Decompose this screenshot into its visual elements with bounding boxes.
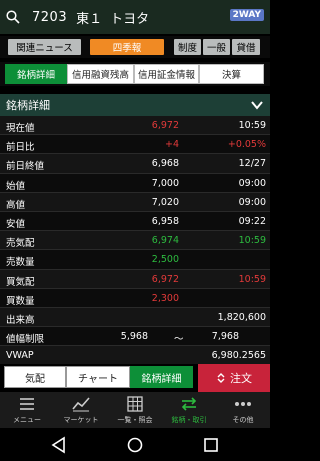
recents-icon[interactable] <box>202 436 220 454</box>
row-label: 売数量 <box>6 257 35 269</box>
row-value: 6,972 <box>151 273 179 285</box>
row-label: VWAP <box>6 350 34 362</box>
system-nav-bar <box>0 428 270 461</box>
row-value: 2,500 <box>151 254 179 266</box>
ippan-badge: 一般 <box>203 39 230 55</box>
nav-trade[interactable]: 銘柄・取引 <box>162 394 216 426</box>
detail-tabs: 銘柄詳細 信用融資残高 信用証金情報 決算 <box>0 62 270 86</box>
order-label: 注文 <box>230 372 252 385</box>
table-row: VWAP 6,980.2565 <box>0 346 270 366</box>
table-row: 安値 6,958 09:22 <box>0 211 270 232</box>
2way-badge[interactable]: 2WAY <box>229 9 264 21</box>
table-row: 高値 7,020 09:00 <box>0 192 270 212</box>
row-value: 5,968 <box>120 331 148 343</box>
line-chart-icon <box>72 397 90 412</box>
section-title: 銘柄詳細 <box>6 99 50 112</box>
nav-label: その他 <box>232 416 254 424</box>
row-label: 売気配 <box>6 238 35 250</box>
row-time: 10:59 <box>238 235 266 247</box>
row-time: 09:22 <box>238 215 266 227</box>
swap-arrows-icon <box>181 397 197 411</box>
row-value: 7,020 <box>151 196 179 208</box>
tab-margin-info[interactable]: 信用証金情報 <box>134 64 199 84</box>
nav-label: マーケット <box>63 416 99 424</box>
nav-other[interactable]: その他 <box>216 394 270 426</box>
row-value: 6,968 <box>151 158 179 170</box>
row-value: 2,300 <box>151 292 179 304</box>
more-dots-icon <box>235 402 251 406</box>
row-value: 7,000 <box>151 177 179 189</box>
row-time: 12/27 <box>238 158 266 170</box>
tab-settlement[interactable]: 決算 <box>199 64 264 84</box>
range-separator: 〜 <box>174 334 184 346</box>
search-icon[interactable] <box>6 10 20 24</box>
row-time: 09:00 <box>238 196 266 208</box>
row-label: 値幅制限 <box>6 334 45 346</box>
menu-icon <box>20 398 34 410</box>
row-label: 始値 <box>6 180 26 192</box>
tab-detail[interactable]: 銘柄詳細 <box>5 64 67 84</box>
nav-market[interactable]: マーケット <box>54 394 108 426</box>
table-row: 買気配 6,972 10:59 <box>0 269 270 289</box>
quote-table: 現在値 6,972 10:59 前日比 +4 +0.05% 前日終値 6,968… <box>0 116 270 366</box>
row-label: 安値 <box>6 218 26 230</box>
row-label: 現在値 <box>6 123 35 134</box>
row-label: 前日比 <box>6 142 35 154</box>
row-time: 7,968 <box>211 331 239 343</box>
nav-menu[interactable]: メニュー <box>0 394 54 426</box>
row-time: 10:59 <box>238 120 266 131</box>
bottom-navigation: メニュー マーケット 一覧・照会 銘柄・取引 その他 <box>0 392 270 428</box>
tag-button-row: 関連ニュース 四季報 制度 一般 貸借 <box>0 36 270 58</box>
row-value: 6,974 <box>151 235 179 247</box>
back-icon[interactable] <box>50 436 68 454</box>
row-time: 10:59 <box>238 273 266 285</box>
row-label: 出来高 <box>6 314 35 326</box>
row-time: +0.05% <box>227 139 266 151</box>
table-row: 出来高 1,820,600 <box>0 307 270 328</box>
chevron-down-icon[interactable] <box>251 100 263 110</box>
row-label: 高値 <box>6 199 26 211</box>
table-row: 売気配 6,974 10:59 <box>0 231 270 251</box>
row-time: 09:00 <box>238 177 266 189</box>
table-row: 売数量 2,500 <box>0 250 270 270</box>
market-label: 東１ <box>76 11 103 27</box>
section-header[interactable]: 銘柄詳細 <box>0 94 270 116</box>
row-value: 6,972 <box>151 120 179 131</box>
row-label: 買数量 <box>6 295 35 307</box>
tab-kehai[interactable]: 気配 <box>4 366 66 388</box>
table-row: 値幅制限 5,968 〜 7,968 <box>0 327 270 347</box>
tab-chart[interactable]: チャート <box>66 366 130 388</box>
nav-label: メニュー <box>13 416 41 424</box>
kashikabu-badge: 貸借 <box>232 39 260 55</box>
table-row: 始値 7,000 09:00 <box>0 173 270 193</box>
tab-margin-balance[interactable]: 信用融資残高 <box>67 64 134 84</box>
seido-badge: 制度 <box>174 39 201 55</box>
table-row: 現在値 6,972 10:59 <box>0 116 270 136</box>
order-button[interactable]: 注文 <box>198 364 270 392</box>
tab-detail-bottom[interactable]: 銘柄詳細 <box>130 366 193 388</box>
home-icon[interactable] <box>126 436 144 454</box>
stock-code: 7203 <box>32 9 68 25</box>
shikiho-button[interactable]: 四季報 <box>90 39 164 55</box>
table-row: 買数量 2,300 <box>0 288 270 308</box>
related-news-button[interactable]: 関連ニュース <box>8 39 81 55</box>
table-row: 前日比 +4 +0.05% <box>0 135 270 155</box>
stock-name: トヨタ <box>110 11 150 27</box>
row-label: 買気配 <box>6 276 35 288</box>
app-header: 7203 東１ トヨタ 2WAY <box>0 0 270 34</box>
updown-arrows-icon <box>217 373 225 383</box>
grid-icon <box>127 396 143 412</box>
row-time: 1,820,600 <box>217 311 266 323</box>
row-time: 6,980.2565 <box>211 350 266 362</box>
nav-label: 一覧・照会 <box>117 416 153 424</box>
row-value: 6,958 <box>151 215 179 227</box>
nav-list[interactable]: 一覧・照会 <box>108 394 162 426</box>
row-value: +4 <box>164 139 179 151</box>
table-row: 前日終値 6,968 12/27 <box>0 154 270 174</box>
nav-label: 銘柄・取引 <box>171 416 207 424</box>
row-label: 前日終値 <box>6 161 45 173</box>
